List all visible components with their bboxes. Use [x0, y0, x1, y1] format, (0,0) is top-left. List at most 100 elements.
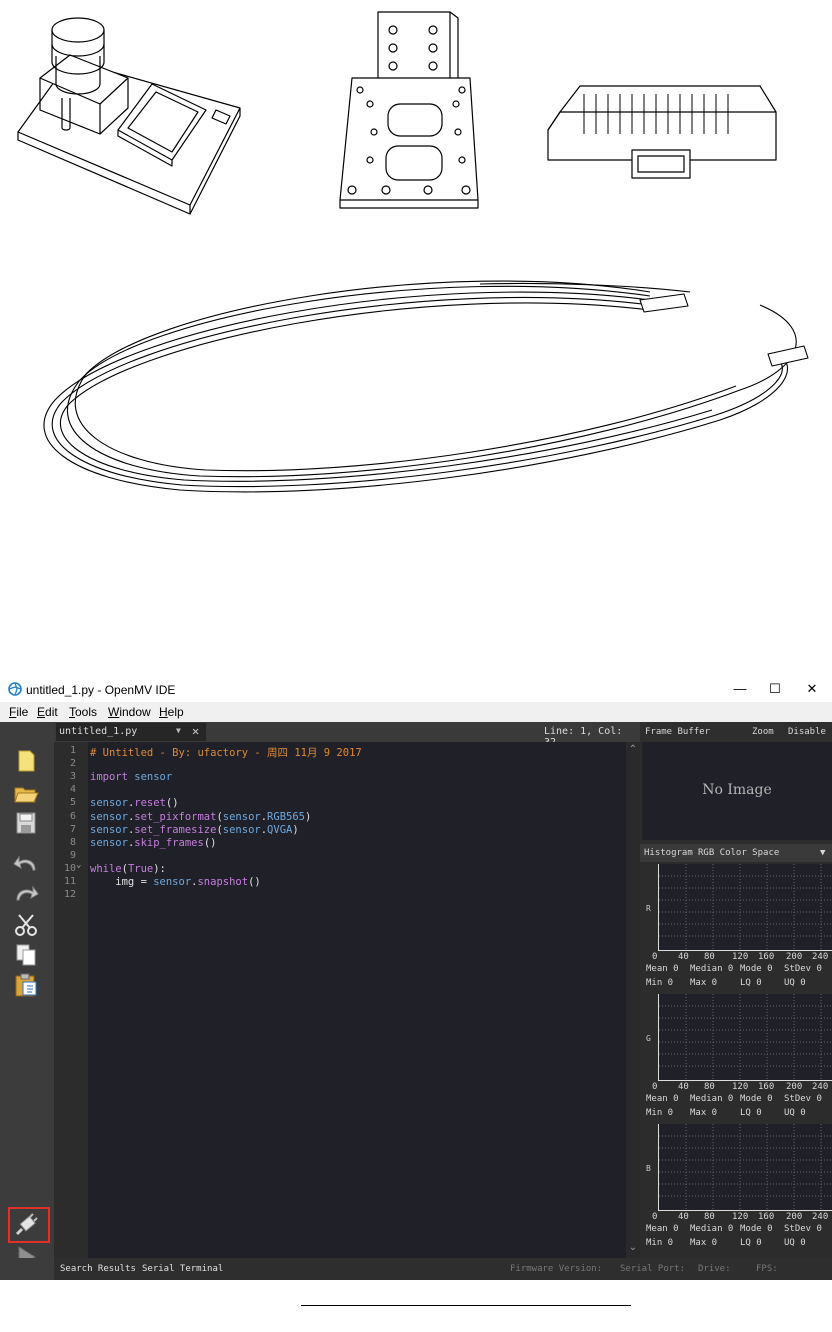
code-token: QVGA — [267, 823, 293, 836]
tick-label: 160 — [758, 1082, 775, 1092]
code-line[interactable]: sensor.reset() — [90, 797, 179, 810]
stat-value: StDev 0 — [784, 1224, 822, 1234]
line-number: 8 — [69, 836, 76, 848]
serial-port[interactable]: Serial Port: — [620, 1264, 685, 1274]
file-tab[interactable]: untitled_1.py ▼ ✕ — [56, 723, 206, 741]
tick-label: 0 — [652, 1082, 658, 1092]
tick-label: 200 — [786, 1082, 803, 1092]
tick-label: 240 — [812, 1082, 829, 1092]
histogram-channel: R 0 40 80 120 160 200 240 Mean 0 Median 0 Mode 0 St… — [642, 864, 832, 994]
histogram-stats-row: Mean 0 Median 0 Mode 0 StDev 0 — [646, 1094, 832, 1106]
code-token: set_pixformat — [134, 810, 217, 823]
menu-help-label: elp — [167, 705, 184, 719]
close-button[interactable]: ✕ — [792, 676, 832, 702]
histogram-plot — [658, 994, 832, 1081]
menu-file[interactable]: File — [9, 705, 28, 719]
title-bar: untitled_1.py - OpenMV IDE — ☐ ✕ — [0, 676, 832, 702]
search-results-tab[interactable]: Search Results — [60, 1264, 136, 1274]
menu-file-label: ile — [16, 705, 29, 719]
openmv-app-icon — [8, 682, 22, 696]
menu-help[interactable]: Help — [159, 705, 184, 719]
line-number-gutter: 1 2 3 4 5 6 7 8 9 10 11 12 ⌄ — [54, 742, 88, 1258]
code-token: () — [165, 797, 179, 810]
code-token: while — [90, 862, 122, 875]
frame-buffer-label: Frame Buffer — [645, 727, 711, 737]
editor-tab-bar: untitled_1.py ▼ ✕ Line: 1, Col: 32 — [54, 722, 640, 748]
stat-value: Max 0 — [690, 1238, 718, 1248]
menu-tools[interactable]: Tools — [69, 705, 97, 719]
menu-window[interactable]: Window — [108, 705, 151, 719]
code-token: sensor — [90, 797, 128, 810]
code-token: () — [203, 836, 217, 849]
scroll-down-icon[interactable]: ⌄ — [628, 1242, 638, 1253]
new-file-icon[interactable] — [13, 748, 39, 774]
disable-toggle[interactable]: Disable — [788, 727, 826, 737]
code-line[interactable]: sensor.set_framesize(sensor.QVGA) — [90, 824, 299, 837]
editor-scrollbar[interactable]: ⌃ ⌄ — [626, 742, 640, 1258]
color-space-dropdown-icon[interactable]: ▼ — [820, 848, 825, 858]
firmware-version[interactable]: Firmware Version: — [510, 1264, 602, 1274]
parts-illustration — [17, 11, 809, 493]
stat-value: LQ 0 — [740, 1238, 762, 1248]
cut-icon[interactable] — [13, 912, 39, 938]
code-line[interactable]: # Untitled - By: ufactory - 周四 11月 9 201… — [90, 745, 362, 759]
code-line[interactable]: sensor.set_pixformat(sensor.RGB565) — [90, 811, 311, 824]
channel-label: G — [646, 1034, 651, 1043]
stat-value: Mode 0 — [740, 1094, 773, 1104]
undo-icon[interactable] — [13, 850, 39, 876]
camera-module-drawing — [17, 17, 241, 215]
stat-value: LQ 0 — [740, 1108, 762, 1118]
code-editor[interactable]: 1 2 3 4 5 6 7 8 9 10 11 12 ⌄ # Untitled - By: ufacto… — [54, 742, 640, 1258]
menu-window-accel: W — [108, 705, 120, 719]
histogram-stats-row: Min 0 Max 0 LQ 0 UQ 0 — [646, 1238, 832, 1250]
histogram-stats-row: Min 0 Max 0 LQ 0 UQ 0 — [646, 978, 832, 990]
code-token: ): — [153, 862, 166, 875]
stat-value: UQ 0 — [784, 1108, 806, 1118]
code-line[interactable]: sensor.skip_frames() — [90, 837, 216, 850]
serial-terminal-tab[interactable]: Serial Terminal — [142, 1264, 223, 1274]
tick-label: 40 — [678, 1212, 689, 1222]
code-token: sensor — [153, 876, 192, 888]
menu-edit[interactable]: Edit — [37, 705, 58, 719]
tick-label: 80 — [704, 1212, 715, 1222]
code-line[interactable]: while(True): — [90, 863, 166, 876]
copy-icon[interactable] — [13, 942, 39, 968]
scroll-up-icon[interactable]: ⌃ — [628, 744, 638, 755]
code-token: sensor — [134, 771, 173, 784]
line-number: 9 — [69, 849, 76, 861]
tab-dropdown-icon[interactable]: ▼ — [176, 726, 181, 735]
window-title: untitled_1.py - OpenMV IDE — [26, 683, 176, 697]
stat-value: Min 0 — [646, 978, 674, 988]
line-number: 10 — [63, 862, 76, 874]
menu-tools-label: ools — [75, 705, 98, 719]
histogram-stats-row: Mean 0 Median 0 Mode 0 StDev 0 — [646, 1224, 832, 1236]
minimize-button[interactable]: — — [720, 676, 760, 702]
channel-label: B — [646, 1164, 651, 1173]
fold-toggle-icon[interactable]: ⌄ — [76, 860, 81, 870]
code-line[interactable]: img = sensor.snapshot() — [90, 876, 260, 889]
line-number: 5 — [69, 797, 76, 809]
code-token: True — [127, 862, 154, 875]
save-icon[interactable] — [13, 810, 39, 836]
tick-label: 120 — [732, 1212, 749, 1222]
paste-icon[interactable] — [13, 972, 39, 998]
tick-label: 0 — [652, 952, 658, 962]
stat-value: Mean 0 — [646, 1094, 679, 1104]
drive-status[interactable]: Drive: — [698, 1264, 731, 1274]
stat-value: Median 0 — [690, 964, 734, 974]
open-folder-icon[interactable] — [13, 780, 39, 806]
zoom-toggle[interactable]: Zoom — [752, 727, 774, 737]
stat-value: UQ 0 — [784, 978, 806, 988]
menu-bar: File Edit Tools Window Help — [0, 702, 832, 722]
tab-close-icon[interactable]: ✕ — [192, 724, 199, 738]
maximize-button[interactable]: ☐ — [755, 676, 795, 702]
histogram-plot — [658, 864, 832, 951]
color-space-select[interactable]: RGB Color Space — [698, 848, 779, 858]
histogram-plot — [658, 1124, 832, 1211]
redo-icon[interactable] — [13, 880, 39, 906]
tick-label: 40 — [678, 1082, 689, 1092]
stat-value: StDev 0 — [784, 1094, 822, 1104]
status-bar: Search Results Serial Terminal Firmware … — [54, 1258, 832, 1280]
cable-drawing — [43, 280, 809, 493]
code-line[interactable]: import sensor — [90, 771, 172, 784]
